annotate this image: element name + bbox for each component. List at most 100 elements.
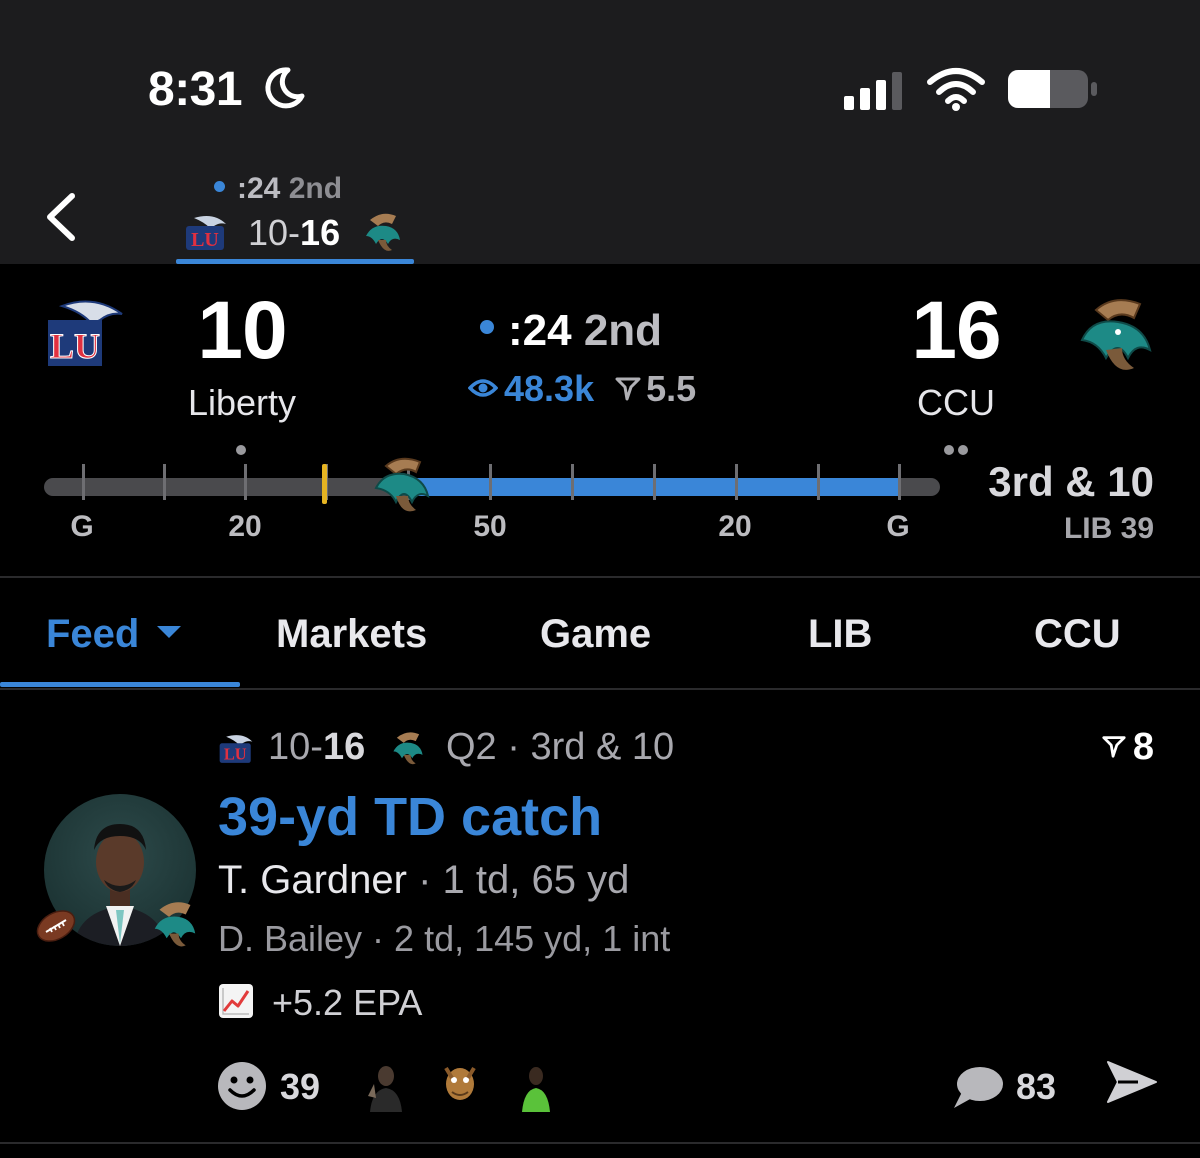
tab-lib[interactable]: LIB <box>808 612 872 657</box>
divider <box>0 1142 1200 1144</box>
ball-spot: LIB 39 <box>1063 512 1154 545</box>
yard-label: 20 <box>228 510 262 543</box>
tab-markets[interactable]: Markets <box>276 612 427 657</box>
yard-tick <box>571 464 574 500</box>
yard-label: G <box>70 510 94 543</box>
wifi-icon <box>927 68 985 111</box>
tab-ccu[interactable]: CCU <box>1034 612 1121 657</box>
tab-feed[interactable]: Feed <box>46 612 182 657</box>
signal-icon <box>844 72 902 110</box>
drive-progress <box>414 478 900 496</box>
reaction-avatar-icon[interactable] <box>440 1062 480 1112</box>
card-odds-value: 8 <box>1132 726 1154 768</box>
reactions-count: 39 <box>280 1066 321 1107</box>
caret-down-icon <box>157 626 182 639</box>
live-dot <box>480 320 494 335</box>
card-score-sep: - <box>310 726 323 768</box>
svg-text:LU: LU <box>224 745 247 764</box>
liberty-logo-icon: LU <box>48 300 123 367</box>
timeout-dot <box>958 445 968 455</box>
timeout-dot <box>236 445 246 455</box>
reaction-avatar-icon[interactable] <box>516 1062 556 1112</box>
smile-icon[interactable] <box>216 1060 268 1112</box>
first-down-marker <box>322 464 327 504</box>
yard-tick <box>898 464 901 500</box>
app-header: 8:31 :24 2nd LU 10-16 <box>0 0 1200 264</box>
comment-icon <box>954 1067 1003 1108</box>
back-chevron-icon[interactable] <box>40 190 84 244</box>
tab-feed-label: Feed <box>46 612 140 656</box>
feed-play-card[interactable]: LU 10-16 Q2 · 3rd & 10 8 39-yd TD catch <box>0 690 1200 1142</box>
clock-time: :24 <box>508 306 572 355</box>
eye-icon <box>467 379 499 398</box>
svg-text:LU: LU <box>50 326 100 366</box>
game-stats: 48.3k 5.5 <box>467 368 696 410</box>
spread-flag-icon <box>615 377 641 401</box>
ccu-logo-icon <box>366 213 400 251</box>
yard-tick <box>244 464 247 500</box>
home-timeouts <box>236 442 250 455</box>
spread-number: 5.5 <box>646 368 697 409</box>
share-icon[interactable] <box>1104 1058 1160 1106</box>
tab-game[interactable]: Game <box>540 612 651 657</box>
yard-tick <box>489 464 492 500</box>
primary-player-stats: 1 td, 65 yd <box>442 858 630 902</box>
secondary-player-line: D. Bailey · 2 td, 145 yd, 1 int <box>218 918 671 959</box>
scoreboard: LU 10 Liberty :24 2nd 48.3k 5.5 16 CCU G… <box>0 264 1200 576</box>
mini-game-clock: :24 2nd <box>214 172 342 206</box>
epa-value: +5.2 EPA <box>272 982 423 1023</box>
active-tab-underline <box>0 682 240 687</box>
play-title[interactable]: 39-yd TD catch <box>218 786 602 848</box>
card-score-home: 10 <box>268 726 311 768</box>
primary-player-name[interactable]: T. Gardner <box>218 858 407 902</box>
reaction-avatar-icon[interactable] <box>366 1062 406 1112</box>
card-score: 10-16 <box>268 726 365 769</box>
away-team-name[interactable]: CCU <box>856 382 1056 424</box>
yard-label: 20 <box>718 510 752 543</box>
yard-tick <box>735 464 738 500</box>
viewers-count: 48.3k <box>467 368 595 409</box>
separator: · <box>406 858 443 902</box>
yard-tick <box>653 464 656 500</box>
mini-clock-time: :24 <box>237 172 281 205</box>
yard-labels: G 20 50 20 G <box>0 510 960 550</box>
down-and-distance: 3rd & 10 <box>988 458 1154 505</box>
yard-tick <box>817 464 820 500</box>
mini-score-away: 16 <box>300 212 341 253</box>
moon-icon <box>265 67 305 109</box>
yard-label: G <box>886 510 910 543</box>
mini-score-home: 10 <box>248 212 289 253</box>
battery-icon <box>1008 70 1097 108</box>
card-odds[interactable]: 8 <box>1101 726 1154 769</box>
liberty-logo-icon: LU <box>219 735 253 764</box>
ccu-logo-icon <box>393 732 423 765</box>
mini-clock-quarter: 2nd <box>288 172 343 205</box>
mini-score-text: 10-16 <box>248 212 340 254</box>
football-icon <box>36 910 76 942</box>
mini-scoreline: LU 10-16 <box>184 212 414 254</box>
game-tab-mini-score[interactable]: :24 2nd LU 10-16 <box>176 168 414 264</box>
spread-value: 5.5 <box>614 368 696 409</box>
card-situation: Q2 · 3rd & 10 <box>446 726 675 768</box>
away-score: 16 <box>911 285 1001 376</box>
away-timeouts <box>944 442 972 455</box>
card-score-away: 16 <box>322 726 366 768</box>
tab-bar: Feed Markets Game LIB CCU <box>0 578 1200 688</box>
clock-quarter: 2nd <box>583 306 663 355</box>
views-value: 48.3k <box>504 368 595 409</box>
timeout-dot <box>944 445 954 455</box>
status-time: 8:31 <box>148 63 243 116</box>
primary-player-line: T. Gardner · 1 td, 65 yd <box>218 858 629 903</box>
ccu-logo-icon <box>154 902 196 947</box>
yard-tick <box>163 464 166 500</box>
comments-count: 83 <box>1016 1066 1057 1107</box>
mini-score-sep: - <box>288 212 301 253</box>
liberty-logo-icon: LU <box>186 216 226 251</box>
ball-position-ccu-icon <box>374 457 430 512</box>
yard-label: 50 <box>473 510 507 543</box>
trend-chart-icon <box>219 984 253 1019</box>
game-clock: :24 2nd <box>480 306 662 356</box>
live-dot <box>214 180 225 192</box>
home-team-name[interactable]: Liberty <box>142 382 342 424</box>
yard-tick <box>82 464 85 500</box>
